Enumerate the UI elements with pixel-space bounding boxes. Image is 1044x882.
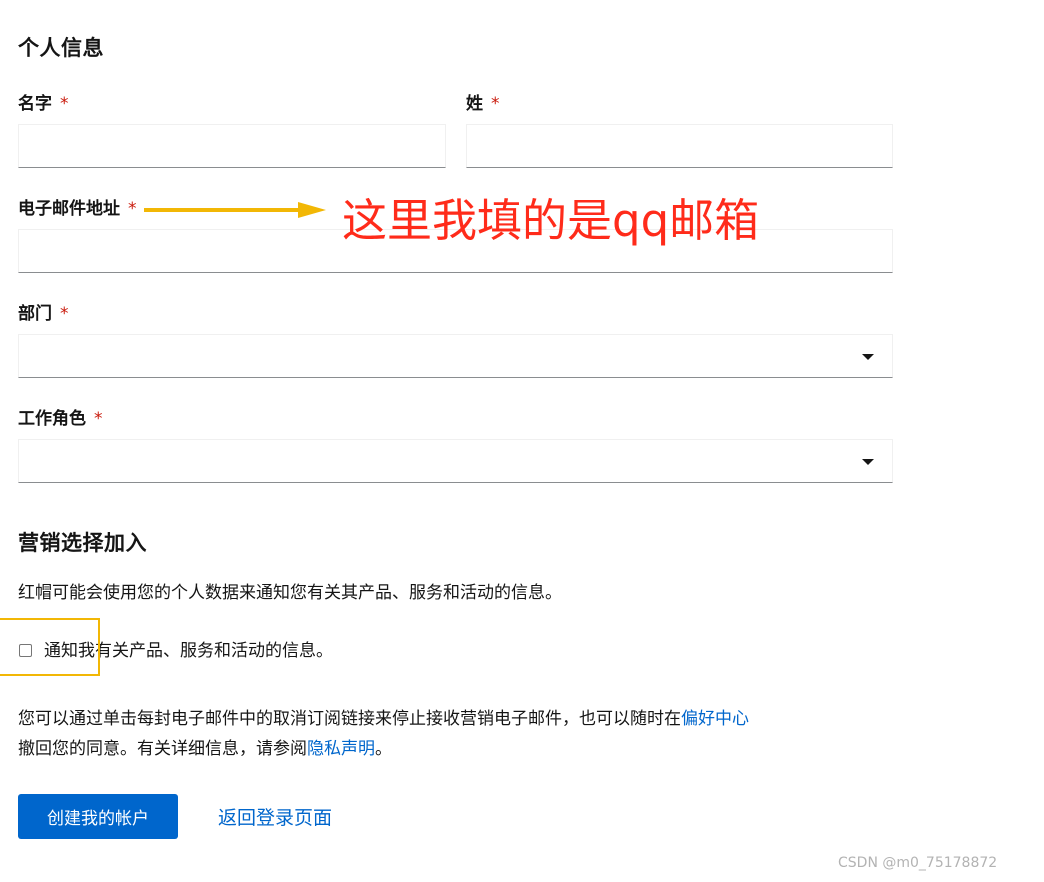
department-label-text: 部门 [18, 304, 52, 324]
email-label: 电子邮件地址 * [18, 194, 137, 219]
back-to-login-link[interactable]: 返回登录页面 [218, 803, 332, 830]
last-name-label: 姓 * [466, 89, 500, 114]
watermark: CSDN @m0_75178872 [838, 855, 998, 871]
job-role-label-text: 工作角色 [18, 409, 86, 429]
last-name-field[interactable] [466, 124, 893, 168]
first-name-label: 名字 * [18, 89, 69, 114]
required-marker: * [60, 304, 69, 324]
job-role-select[interactable] [18, 439, 893, 483]
chevron-down-icon[interactable] [862, 354, 874, 360]
privacy-statement-link[interactable]: 隐私声明 [307, 739, 375, 759]
create-account-button[interactable]: 创建我的帐户 [18, 794, 178, 839]
department-select[interactable] [18, 334, 893, 378]
annotation-arrow-head [298, 202, 326, 218]
last-name-input[interactable] [467, 125, 892, 167]
preference-center-link[interactable]: 偏好中心 [681, 709, 749, 729]
personal-info-heading: 个人信息 [18, 36, 104, 60]
job-role-label: 工作角色 * [18, 404, 103, 429]
department-label: 部门 * [18, 299, 69, 324]
required-marker: * [491, 94, 500, 114]
first-name-input[interactable] [19, 125, 445, 167]
unsubscribe-text-2: 撤回您的同意。有关详细信息，请参阅 [18, 739, 307, 759]
required-marker: * [60, 94, 69, 114]
unsubscribe-text-1: 您可以通过单击每封电子邮件中的取消订阅链接来停止接收营销电子邮件，也可以随时在 [18, 709, 681, 729]
unsubscribe-notice: 您可以通过单击每封电子邮件中的取消订阅链接来停止接收营销电子邮件，也可以随时在偏… [18, 704, 918, 764]
required-marker: * [128, 199, 137, 219]
first-name-label-text: 名字 [18, 94, 52, 114]
email-label-text: 电子邮件地址 [18, 199, 120, 219]
chevron-down-icon[interactable] [862, 459, 874, 465]
marketing-description: 红帽可能会使用您的个人数据来通知您有关其产品、服务和活动的信息。 [18, 583, 562, 603]
marketing-heading: 营销选择加入 [18, 531, 147, 555]
annotation-text: 这里我填的是qq邮箱 [342, 194, 760, 247]
annotation-arrow [144, 202, 326, 218]
unsubscribe-text-3: 。 [375, 739, 392, 759]
first-name-field[interactable] [18, 124, 446, 168]
highlight-box [0, 618, 100, 676]
last-name-label-text: 姓 [466, 94, 483, 114]
required-marker: * [94, 409, 103, 429]
